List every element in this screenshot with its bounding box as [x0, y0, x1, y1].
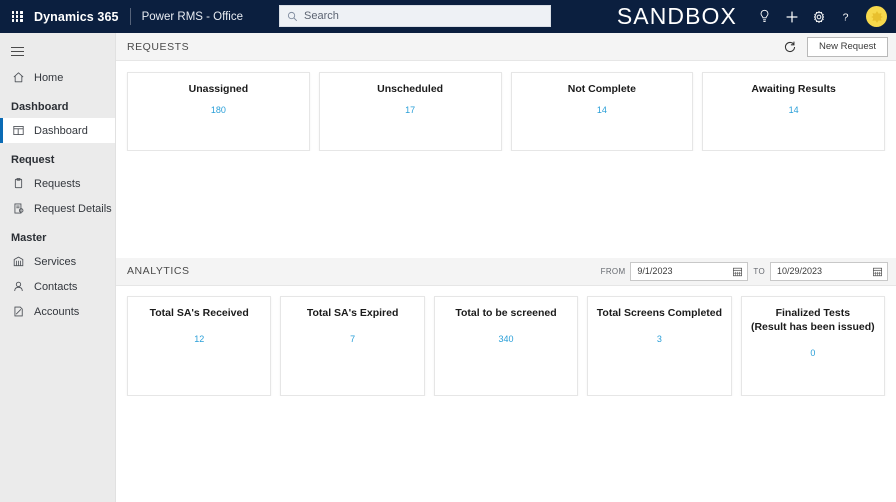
- sidebar-item-label: Home: [34, 72, 63, 84]
- kpi-card-total-sa-received[interactable]: Total SA's Received 12: [127, 296, 271, 396]
- help-icon[interactable]: ?: [832, 0, 859, 33]
- services-icon: [11, 254, 26, 269]
- refresh-button[interactable]: [781, 38, 799, 56]
- sidebar-group-master: Master: [0, 221, 115, 249]
- kpi-card-unscheduled[interactable]: Unscheduled 17: [319, 72, 502, 151]
- main-content: REQUESTS New Request Unassigned 180: [116, 33, 896, 502]
- sidebar-item-label: Services: [34, 256, 76, 268]
- kpi-card-awaiting-results[interactable]: Awaiting Results 14: [702, 72, 885, 151]
- environment-badge: SANDBOX: [617, 3, 737, 30]
- kpi-subtitle: (Result has been issued): [748, 320, 878, 334]
- sidebar-item-services[interactable]: Services: [0, 249, 115, 274]
- top-navigation-bar: Dynamics 365 Power RMS - Office SANDBOX: [0, 0, 896, 33]
- lightbulb-icon[interactable]: [751, 0, 778, 33]
- kpi-card-finalized-tests[interactable]: Finalized Tests (Result has been issued)…: [741, 296, 885, 396]
- sidebar-group-request: Request: [0, 143, 115, 171]
- clipboard-icon: [11, 176, 26, 191]
- kpi-card-total-screens-completed[interactable]: Total Screens Completed 3: [587, 296, 731, 396]
- kpi-card-total-to-be-screened[interactable]: Total to be screened 340: [434, 296, 578, 396]
- calendar-icon[interactable]: [872, 266, 883, 277]
- requests-section-spacer: [116, 151, 896, 258]
- requests-header-actions: New Request: [781, 37, 888, 57]
- plus-icon[interactable]: [778, 0, 805, 33]
- hamburger-icon: [11, 51, 24, 52]
- kpi-value: 12: [134, 334, 264, 344]
- analytics-section-title: ANALYTICS: [127, 265, 190, 277]
- kpi-value: 340: [441, 334, 571, 344]
- sidebar-item-label: Request Details: [34, 203, 112, 215]
- analytics-kpi-row: Total SA's Received 12 Total SA's Expire…: [116, 286, 896, 396]
- sidebar-navigation: Home Dashboard Dashboard Request: [0, 33, 116, 502]
- gear-icon[interactable]: [805, 0, 832, 33]
- app-name-label[interactable]: Power RMS - Office: [142, 11, 243, 23]
- kpi-value: 3: [594, 334, 724, 344]
- sidebar-item-label: Contacts: [34, 281, 77, 293]
- sidebar-item-request-details[interactable]: Request Details: [0, 196, 115, 221]
- header-actions: SANDBOX: [617, 0, 896, 33]
- contact-icon: [11, 279, 26, 294]
- to-date-field[interactable]: [770, 262, 888, 281]
- account-icon: [11, 304, 26, 319]
- kpi-value: 14: [518, 105, 687, 115]
- kpi-card-unassigned[interactable]: Unassigned 180: [127, 72, 310, 151]
- kpi-value: 7: [287, 334, 417, 344]
- kpi-value: 0: [748, 348, 878, 358]
- sidebar-item-accounts[interactable]: Accounts: [0, 299, 115, 324]
- home-icon: [11, 70, 26, 85]
- search-box[interactable]: [279, 5, 551, 27]
- app-launcher-button[interactable]: [0, 11, 34, 22]
- sidebar-collapse-button[interactable]: [0, 37, 115, 65]
- analytics-section-header: ANALYTICS FROM: [116, 258, 896, 286]
- kpi-title: Unassigned: [134, 82, 303, 96]
- kpi-title: Total Screens Completed: [594, 306, 724, 320]
- brand-title[interactable]: Dynamics 365: [34, 10, 119, 24]
- requests-kpi-row: Unassigned 180 Unscheduled 17 Not Comple…: [116, 61, 896, 151]
- dynamics365-dashboard-app: Dynamics 365 Power RMS - Office SANDBOX: [0, 0, 896, 502]
- sidebar-item-contacts[interactable]: Contacts: [0, 274, 115, 299]
- search-icon: [287, 11, 298, 22]
- from-date-field[interactable]: [630, 262, 748, 281]
- from-date-input[interactable]: [637, 266, 732, 276]
- sidebar-item-requests[interactable]: Requests: [0, 171, 115, 196]
- sidebar-item-label: Accounts: [34, 306, 79, 318]
- kpi-title: Finalized Tests: [748, 306, 878, 320]
- kpi-title: Unscheduled: [326, 82, 495, 96]
- waffle-icon: [12, 11, 23, 22]
- sidebar-item-dashboard[interactable]: Dashboard: [0, 118, 115, 143]
- kpi-value: 17: [326, 105, 495, 115]
- kpi-title: Not Complete: [518, 82, 687, 96]
- dashboard-icon: [11, 123, 26, 138]
- search-input[interactable]: [304, 10, 543, 22]
- svg-text:?: ?: [843, 11, 849, 23]
- user-avatar[interactable]: [866, 6, 887, 27]
- kpi-value: 180: [134, 105, 303, 115]
- kpi-card-total-sa-expired[interactable]: Total SA's Expired 7: [280, 296, 424, 396]
- sidebar-item-label: Dashboard: [34, 125, 88, 137]
- sidebar-item-label: Requests: [34, 178, 80, 190]
- from-label: FROM: [601, 267, 626, 276]
- to-label: TO: [753, 267, 765, 276]
- kpi-title: Total SA's Expired: [287, 306, 417, 320]
- calendar-icon[interactable]: [732, 266, 743, 277]
- avatar-star-icon: [870, 10, 884, 24]
- kpi-value: 14: [709, 105, 878, 115]
- kpi-title: Total to be screened: [441, 306, 571, 320]
- new-request-button[interactable]: New Request: [807, 37, 888, 57]
- kpi-card-not-complete[interactable]: Not Complete 14: [511, 72, 694, 151]
- requests-section-title: REQUESTS: [127, 41, 189, 53]
- refresh-icon: [783, 40, 797, 54]
- kpi-title: Total SA's Received: [134, 306, 264, 320]
- app-body: Home Dashboard Dashboard Request: [0, 33, 896, 502]
- to-date-input[interactable]: [777, 266, 872, 276]
- sidebar-item-home[interactable]: Home: [0, 65, 115, 90]
- sidebar-group-dashboard: Dashboard: [0, 90, 115, 118]
- kpi-title: Awaiting Results: [709, 82, 878, 96]
- analytics-section-spacer: [116, 396, 896, 502]
- request-details-icon: [11, 201, 26, 216]
- header-divider: [130, 8, 131, 25]
- analytics-date-range: FROM: [601, 262, 888, 281]
- requests-section-header: REQUESTS New Request: [116, 33, 896, 61]
